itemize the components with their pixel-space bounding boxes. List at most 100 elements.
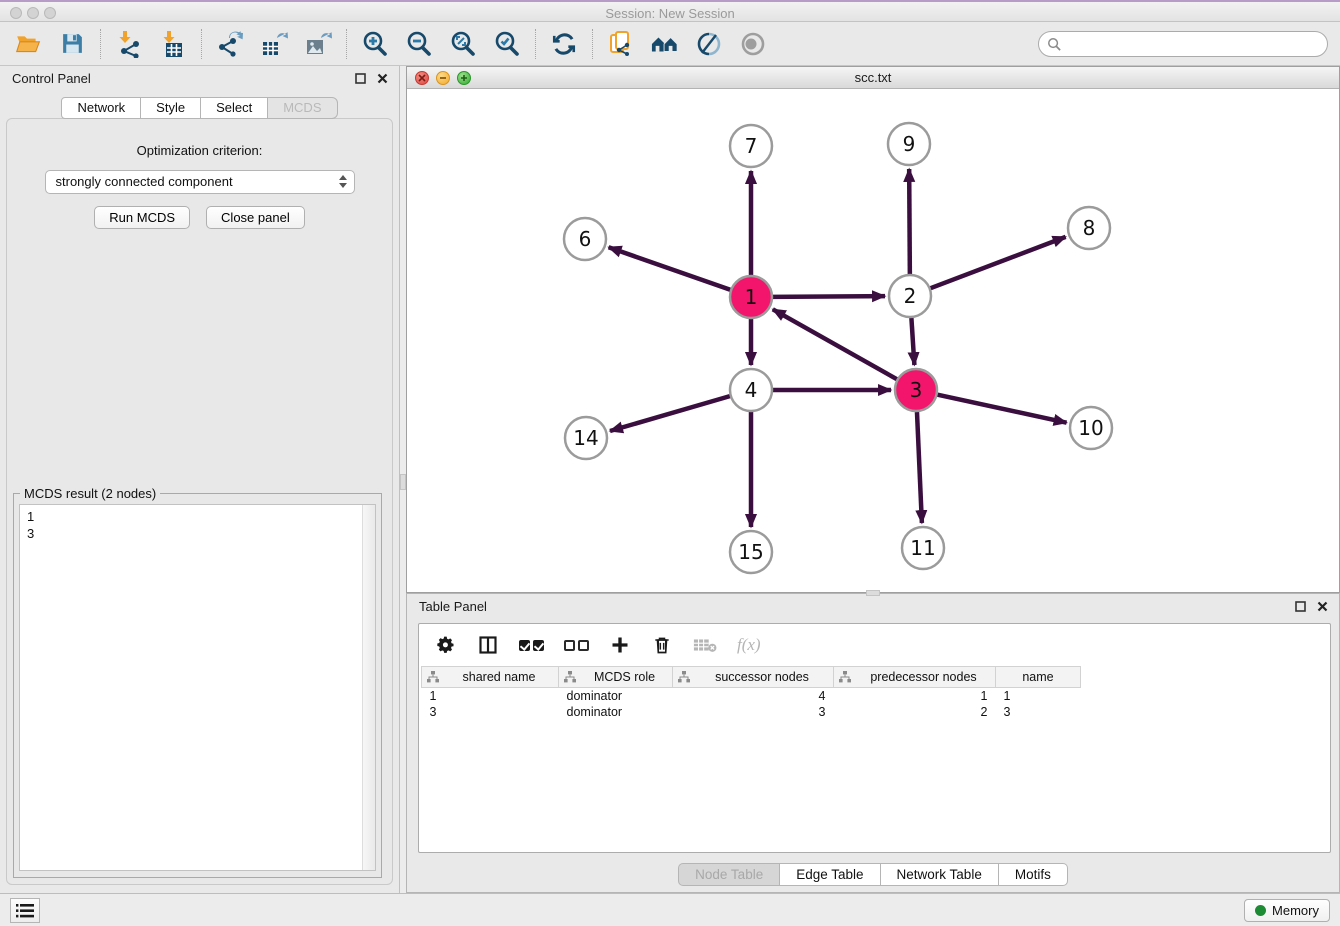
import-network-icon[interactable] xyxy=(115,30,143,58)
show-graphics-details-icon[interactable] xyxy=(695,30,723,58)
network-window-titlebar: scc.txt xyxy=(407,67,1339,89)
tab-select[interactable]: Select xyxy=(201,97,268,119)
split-table-icon[interactable] xyxy=(477,634,499,656)
graph-node-label: 9 xyxy=(903,132,916,156)
cell[interactable]: dominator xyxy=(559,704,673,720)
close-panel-icon[interactable] xyxy=(1315,599,1329,613)
zoom-in-icon[interactable] xyxy=(361,30,389,58)
column-header-mcds-role[interactable]: MCDS role xyxy=(559,667,673,688)
mcds-result-item: 3 xyxy=(20,525,375,542)
result-scrollbar[interactable] xyxy=(362,505,375,870)
column-header-name[interactable]: name xyxy=(996,667,1081,688)
column-header-predecessor-nodes[interactable]: predecessor nodes xyxy=(834,667,996,688)
table-row: 1 dominator 4 1 1 xyxy=(422,688,1081,704)
memory-button[interactable]: Memory xyxy=(1244,899,1330,922)
float-panel-icon[interactable] xyxy=(1293,599,1307,613)
hierarchy-icon xyxy=(564,671,576,686)
memory-status-icon xyxy=(1255,905,1266,916)
network-canvas[interactable]: 1234678910111415 xyxy=(407,89,1339,592)
zoom-fit-icon[interactable] xyxy=(449,30,477,58)
cell[interactable]: dominator xyxy=(559,688,673,704)
tab-network[interactable]: Network xyxy=(61,97,141,119)
mcds-result-item: 1 xyxy=(20,505,375,525)
graph-node-label: 8 xyxy=(1083,216,1096,240)
graph-edge-2-9[interactable] xyxy=(909,169,910,274)
apply-layout-icon[interactable] xyxy=(550,30,578,58)
application-window: Session: New Session xyxy=(0,0,1340,926)
control-panel-title: Control Panel xyxy=(12,71,91,86)
network-view-window: scc.txt 1234678910111415 xyxy=(406,66,1340,593)
search-icon xyxy=(1047,37,1062,55)
graph-edge-3-11[interactable] xyxy=(917,412,922,523)
graph-edge-1-6[interactable] xyxy=(609,247,731,289)
tab-node-table[interactable]: Node Table xyxy=(678,863,780,886)
tab-mcds[interactable]: MCDS xyxy=(268,97,337,119)
create-column-icon[interactable] xyxy=(609,634,631,656)
table-header-row: shared name MCDS role successor nodes xyxy=(422,667,1081,688)
column-header-shared-name[interactable]: shared name xyxy=(422,667,559,688)
import-table-icon[interactable] xyxy=(159,30,187,58)
control-panel-tabs: Network Style Select MCDS xyxy=(0,97,399,119)
cell[interactable]: 1 xyxy=(422,688,559,704)
mcds-result-list[interactable]: 1 3 xyxy=(19,504,376,871)
graph-node-label: 3 xyxy=(910,378,923,402)
close-panel-icon[interactable] xyxy=(375,71,389,85)
save-session-icon[interactable] xyxy=(58,30,86,58)
zoom-selected-icon[interactable] xyxy=(493,30,521,58)
close-panel-button[interactable]: Close panel xyxy=(206,206,305,229)
tab-edge-table[interactable]: Edge Table xyxy=(780,863,880,886)
splitter-grip[interactable] xyxy=(866,590,880,596)
tab-style[interactable]: Style xyxy=(141,97,201,119)
unselect-all-columns-icon[interactable] xyxy=(564,634,589,656)
memory-label: Memory xyxy=(1272,903,1319,918)
graph-edge-1-2[interactable] xyxy=(773,296,885,297)
tab-network-table[interactable]: Network Table xyxy=(881,863,999,886)
graph-node-label: 10 xyxy=(1078,416,1103,440)
table-tabs: Node Table Edge Table Network Table Moti… xyxy=(407,863,1339,886)
delete-column-icon[interactable] xyxy=(651,634,673,656)
tab-motifs[interactable]: Motifs xyxy=(999,863,1068,886)
graph-node-label: 1 xyxy=(745,285,758,309)
open-session-icon[interactable] xyxy=(14,30,42,58)
table-content: f(x) shared name MCDS role xyxy=(418,623,1331,853)
cell[interactable]: 2 xyxy=(834,704,996,720)
hierarchy-icon xyxy=(427,671,439,686)
cell[interactable]: 1 xyxy=(996,688,1081,704)
mcds-result-title: MCDS result (2 nodes) xyxy=(20,486,160,501)
export-image-icon[interactable] xyxy=(304,30,332,58)
run-mcds-button[interactable]: Run MCDS xyxy=(94,206,190,229)
table-settings-icon[interactable] xyxy=(435,634,457,656)
export-network-icon[interactable] xyxy=(216,30,244,58)
cell[interactable]: 3 xyxy=(673,704,834,720)
table-toolbar: f(x) xyxy=(419,624,1330,666)
export-table-icon[interactable] xyxy=(260,30,288,58)
zoom-out-icon[interactable] xyxy=(405,30,433,58)
optimization-criterion-label: Optimization criterion: xyxy=(7,143,392,158)
float-panel-icon[interactable] xyxy=(353,71,367,85)
cell[interactable]: 4 xyxy=(673,688,834,704)
graph-edge-4-14[interactable] xyxy=(610,396,730,431)
cell[interactable]: 3 xyxy=(996,704,1081,720)
column-header-successor-nodes[interactable]: successor nodes xyxy=(673,667,834,688)
select-all-columns-icon[interactable] xyxy=(519,634,544,656)
graph-node-label: 15 xyxy=(738,540,763,564)
graph-edge-2-8[interactable] xyxy=(931,237,1066,288)
graph-edge-2-3[interactable] xyxy=(911,318,914,365)
graph-node-label: 14 xyxy=(573,426,598,450)
cell[interactable]: 3 xyxy=(422,704,559,720)
criterion-select[interactable]: strongly connected component xyxy=(45,170,355,194)
clone-network-icon[interactable] xyxy=(607,30,635,58)
hierarchy-icon xyxy=(678,671,690,686)
birds-eye-view-icon[interactable] xyxy=(739,30,767,58)
task-history-button[interactable] xyxy=(10,898,40,923)
function-builder-icon[interactable]: f(x) xyxy=(737,634,761,656)
window-titlebar: Session: New Session xyxy=(0,0,1340,22)
search-input[interactable] xyxy=(1038,31,1328,57)
cell[interactable]: 1 xyxy=(834,688,996,704)
reset-view-icon[interactable] xyxy=(651,30,679,58)
delete-table-icon[interactable] xyxy=(693,634,717,656)
window-title: Session: New Session xyxy=(0,6,1340,21)
graph-edge-3-10[interactable] xyxy=(937,395,1066,423)
graph-node-label: 6 xyxy=(579,227,592,251)
graph-edge-3-1[interactable] xyxy=(773,309,897,379)
